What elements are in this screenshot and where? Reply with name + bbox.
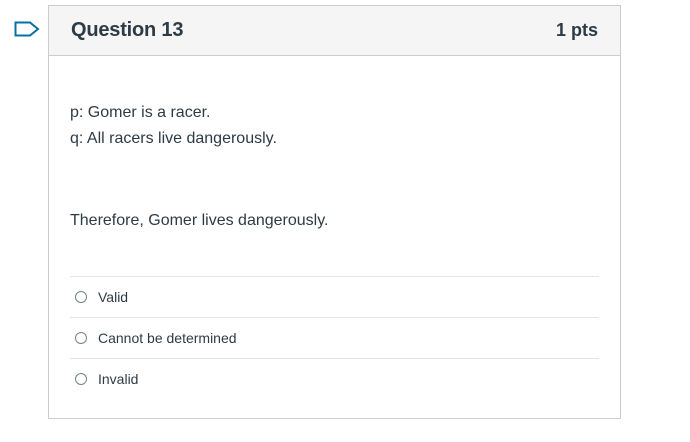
question-card: Question 13 1 pts p: Gomer is a racer. q… xyxy=(48,5,621,419)
premise-q: q: All racers live dangerously. xyxy=(70,130,277,147)
radio-button[interactable] xyxy=(75,373,87,385)
question-points: 1 pts xyxy=(555,20,598,40)
radio-button[interactable] xyxy=(75,291,87,303)
answer-option-valid[interactable]: Valid xyxy=(70,276,599,317)
radio-button[interactable] xyxy=(75,332,87,344)
question-title: Question 13 xyxy=(71,19,184,41)
quiz-page: Question 13 1 pts p: Gomer is a racer. q… xyxy=(0,0,690,442)
question-body: p: Gomer is a racer. q: All racers live … xyxy=(49,100,620,399)
answer-label: Valid xyxy=(98,289,129,305)
premise-p: p: Gomer is a racer. xyxy=(70,104,211,121)
flag-question-icon[interactable] xyxy=(14,21,40,37)
answer-option-invalid[interactable]: Invalid xyxy=(70,358,599,399)
answer-label: Cannot be determined xyxy=(98,330,237,346)
answer-list: Valid Cannot be determined Invalid xyxy=(70,276,599,399)
question-header: Question 13 1 pts xyxy=(49,6,620,56)
answer-option-cannot-be-determined[interactable]: Cannot be determined xyxy=(70,317,599,358)
answer-label: Invalid xyxy=(98,371,139,387)
conclusion-text: Therefore, Gomer lives dangerously. xyxy=(70,212,329,229)
